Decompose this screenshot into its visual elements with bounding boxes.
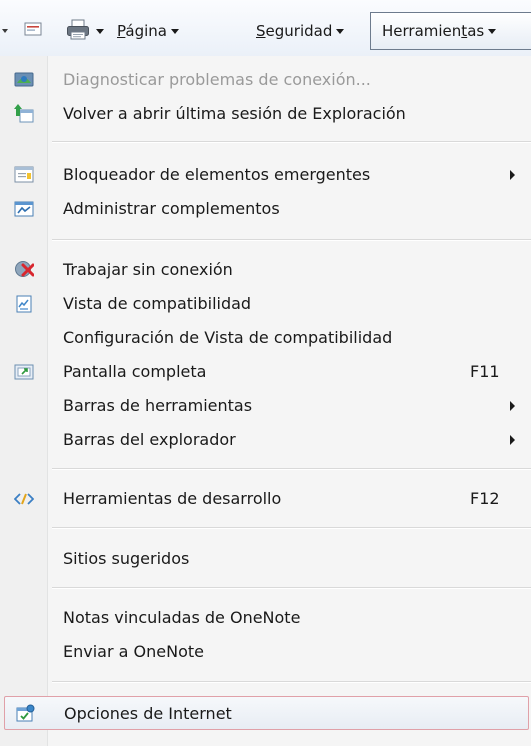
menu-item-shortcut: F11 bbox=[470, 362, 500, 381]
menu-separator bbox=[52, 527, 531, 529]
chevron-down-icon bbox=[170, 29, 179, 34]
menu-item-label: Notas vinculadas de OneNote bbox=[63, 608, 301, 627]
menu-separator bbox=[52, 681, 531, 683]
menu-item-compatibility-view[interactable]: Vista de compatibilidad bbox=[0, 287, 531, 321]
internet-options-icon bbox=[15, 704, 35, 724]
menu-item-send-to-onenote[interactable]: Enviar a OneNote bbox=[0, 635, 531, 669]
menu-item-label: Barras del explorador bbox=[63, 430, 236, 449]
menu-item-label: Trabajar sin conexión bbox=[63, 260, 233, 279]
popup-blocker-icon bbox=[14, 165, 34, 185]
tools-dropdown-menu: Diagnosticar problemas de conexión... Vo… bbox=[0, 56, 531, 746]
command-bar: Página Seguridad Herramientas bbox=[0, 0, 531, 58]
page-label: ágina bbox=[125, 22, 167, 40]
submenu-arrow-icon bbox=[510, 435, 515, 445]
page-menu-button[interactable]: Página bbox=[117, 18, 179, 44]
menu-item-toolbars[interactable]: Barras de herramientas bbox=[0, 389, 531, 423]
menu-item-label: Volver a abrir última sesión de Explorac… bbox=[63, 104, 406, 123]
menu-separator bbox=[52, 141, 531, 143]
menu-item-label: Sitios sugeridos bbox=[63, 549, 190, 568]
menu-item-popup-blocker[interactable]: Bloqueador de elementos emergentes bbox=[0, 158, 531, 192]
menu-item-label: Opciones de Internet bbox=[64, 704, 232, 723]
submenu-arrow-icon bbox=[510, 170, 515, 180]
menu-separator bbox=[52, 239, 531, 241]
manage-addons-icon bbox=[14, 199, 34, 219]
print-dropdown-caret[interactable] bbox=[96, 29, 104, 34]
menu-item-developer-tools[interactable]: Herramientas de desarrollo F12 bbox=[0, 482, 531, 516]
menu-item-label: Configuración de Vista de compatibilidad bbox=[63, 328, 393, 347]
menu-item-label: Herramientas de desarrollo bbox=[63, 489, 282, 508]
menu-item-fullscreen[interactable]: Pantalla completa F11 bbox=[0, 355, 531, 389]
tools-label: Herramientas bbox=[382, 18, 497, 44]
read-mail-icon[interactable] bbox=[24, 22, 42, 37]
menu-item-label: Pantalla completa bbox=[63, 362, 207, 381]
tools-menu-button[interactable]: Herramientas bbox=[370, 12, 531, 50]
chevron-down-icon[interactable] bbox=[2, 29, 8, 33]
menu-separator bbox=[52, 587, 531, 589]
menu-item-shortcut: F12 bbox=[470, 489, 500, 508]
menu-item-label: Bloqueador de elementos emergentes bbox=[63, 165, 371, 184]
menu-item-label: Enviar a OneNote bbox=[63, 642, 204, 661]
menu-item-explorer-bars[interactable]: Barras del explorador bbox=[0, 423, 531, 457]
menu-item-internet-options[interactable]: Opciones de Internet bbox=[4, 696, 529, 730]
menu-item-label: Vista de compatibilidad bbox=[63, 294, 252, 313]
menu-item-label: Administrar complementos bbox=[63, 199, 280, 218]
fullscreen-icon bbox=[14, 362, 34, 382]
chevron-down-icon bbox=[336, 29, 345, 34]
security-accel: S bbox=[256, 22, 266, 40]
reopen-session-icon bbox=[14, 104, 34, 124]
menu-item-manage-addons[interactable]: Administrar complementos bbox=[0, 192, 531, 226]
menu-item-diagnose-connection[interactable]: Diagnosticar problemas de conexión... bbox=[0, 63, 531, 97]
developer-tools-icon bbox=[13, 489, 35, 509]
submenu-arrow-icon bbox=[510, 401, 515, 411]
security-menu-button[interactable]: Seguridad bbox=[256, 18, 345, 44]
menu-item-reopen-session[interactable]: Volver a abrir última sesión de Explorac… bbox=[0, 97, 531, 131]
compatibility-view-icon bbox=[14, 294, 34, 314]
work-offline-icon bbox=[14, 260, 35, 280]
menu-item-label: Barras de herramientas bbox=[63, 396, 253, 415]
security-label: eguridad bbox=[265, 22, 333, 40]
tools-label-post: as bbox=[467, 22, 485, 40]
tools-label-pre: Herramien bbox=[382, 22, 462, 40]
chevron-down-icon bbox=[488, 29, 497, 34]
print-icon[interactable] bbox=[66, 19, 90, 41]
menu-item-suggested-sites[interactable]: Sitios sugeridos bbox=[0, 542, 531, 576]
menu-item-label: Diagnosticar problemas de conexión... bbox=[63, 70, 371, 89]
menu-item-compatibility-settings[interactable]: Configuración de Vista de compatibilidad bbox=[0, 321, 531, 355]
menu-separator bbox=[52, 468, 531, 470]
menu-item-work-offline[interactable]: Trabajar sin conexión bbox=[0, 253, 531, 287]
menu-item-onenote-linked-notes[interactable]: Notas vinculadas de OneNote bbox=[0, 601, 531, 635]
diagnose-connection-icon bbox=[14, 70, 34, 90]
